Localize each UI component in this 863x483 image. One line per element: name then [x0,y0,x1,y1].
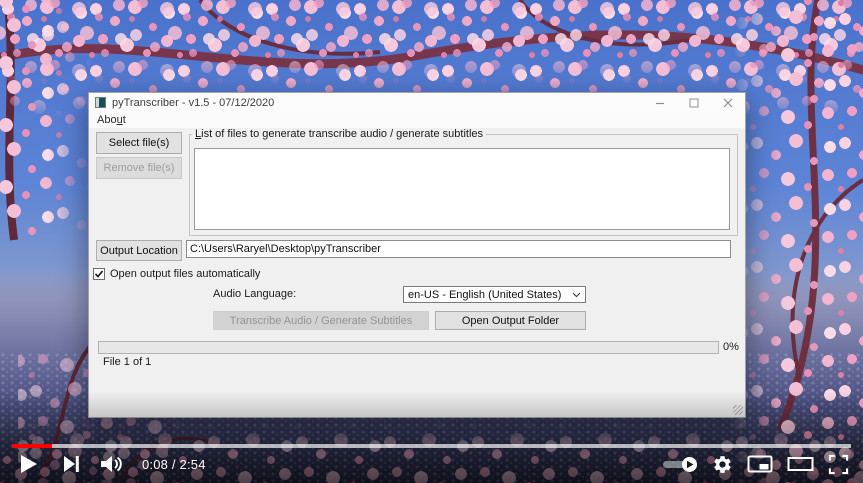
remove-files-button[interactable]: Remove file(s) [96,157,182,179]
checkmark-icon [94,269,104,279]
output-path-field[interactable]: C:\Users\Raryel\Desktop\pyTranscriber [186,240,731,258]
chevron-down-icon [572,292,581,298]
about-label: Abo [97,114,117,126]
fullscreen-icon [828,454,849,475]
file-list-group: List of files to generate transcribe aud… [189,134,738,236]
play-button[interactable] [14,447,44,481]
settings-button[interactable] [712,454,733,475]
play-icon [21,455,37,473]
next-button[interactable] [56,447,86,481]
audio-language-value: en-US - English (United States) [408,289,561,301]
close-icon [723,98,733,108]
blossoms-top-dense [0,0,863,90]
file-list[interactable] [194,148,730,230]
file-counter: File 1 of 1 [103,356,151,368]
minimize-icon [655,98,665,108]
audio-language-label: Audio Language: [213,288,296,300]
maximize-button[interactable] [677,93,711,113]
theater-mode-button[interactable] [787,455,814,473]
close-button[interactable] [711,93,745,113]
open-output-folder-button[interactable]: Open Output Folder [435,311,586,330]
window-titlebar: pyTranscriber - v1.5 - 07/12/2020 [89,93,745,113]
window-content: Select file(s) Remove file(s) List of fi… [89,128,745,417]
open-output-checkbox-row: Open output files automatically [93,267,260,281]
time-display: 0:08 / 2:54 [142,457,206,472]
resize-grip[interactable] [733,405,743,415]
file-list-group-label: List of files to generate transcribe aud… [192,128,486,140]
menu-item-about[interactable]: About [94,113,129,128]
autoplay-toggle[interactable] [662,456,698,473]
about-label-end: t [123,114,126,126]
player-controls-bar: 0:08 / 2:54 [0,445,863,483]
volume-button[interactable] [98,447,128,481]
video-player[interactable]: pyTranscriber - v1.5 - 07/12/2020 About … [0,0,863,483]
blossoms-right [731,0,863,483]
autoplay-toggle-icon [662,456,698,473]
miniplayer-icon [747,454,773,474]
fullscreen-button[interactable] [828,454,849,475]
miniplayer-button[interactable] [747,454,773,474]
menu-bar: About [89,113,745,128]
output-location-button[interactable]: Output Location [96,240,182,261]
transcribe-button[interactable]: Transcribe Audio / Generate Subtitles [213,311,429,330]
select-files-button[interactable]: Select file(s) [96,132,182,154]
transcription-progress-bar [98,341,719,354]
audio-language-select[interactable]: en-US - English (United States) [403,286,586,303]
settings-gear-icon [712,454,733,475]
blossoms-left [0,0,92,235]
pytranscriber-window: pyTranscriber - v1.5 - 07/12/2020 About … [88,92,746,418]
minimize-button[interactable] [643,93,677,113]
window-title: pyTranscriber - v1.5 - 07/12/2020 [112,93,274,113]
group-label-text: ist of files to generate transcribe audi… [201,128,483,140]
progress-percent: 0% [723,341,739,353]
open-output-checkbox[interactable] [93,268,105,280]
volume-icon [101,455,125,473]
app-icon [95,97,106,108]
next-icon [64,456,79,472]
open-output-checkbox-label: Open output files automatically [110,268,260,280]
maximize-icon [689,98,699,108]
theater-mode-icon [787,455,814,473]
